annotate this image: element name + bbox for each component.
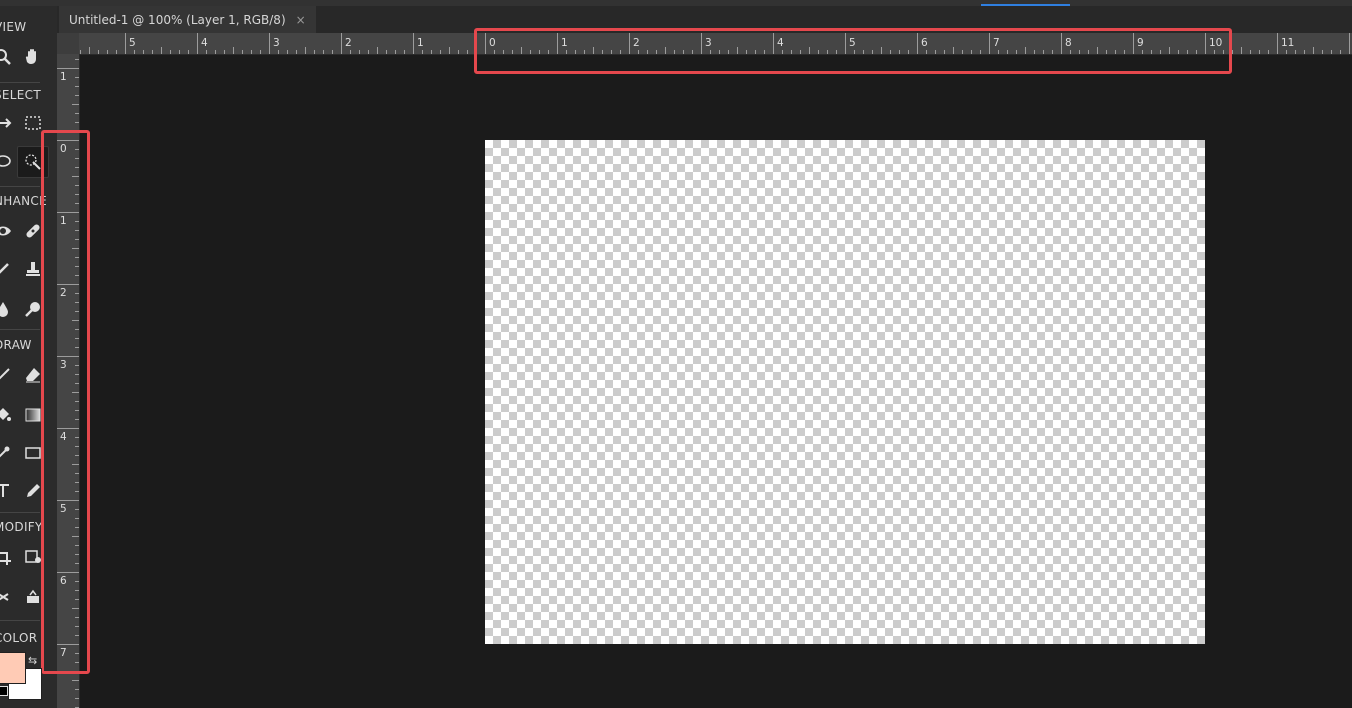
brush-tool[interactable] <box>0 362 16 388</box>
ruler-v-label: 1 <box>60 71 67 83</box>
divider <box>0 186 40 187</box>
ruler-origin[interactable] <box>57 33 79 54</box>
gradient-icon <box>25 408 41 422</box>
document-tab-title: Untitled-1 @ 100% (Layer 1, RGB/8) <box>69 12 286 27</box>
lasso-icon <box>0 155 11 167</box>
recompose-icon <box>25 550 41 563</box>
color-picker-tool[interactable] <box>0 440 16 466</box>
hand-icon <box>25 49 36 64</box>
paint-bucket-icon <box>0 408 11 421</box>
color-picker-icon <box>0 446 10 458</box>
content-aware-move-icon <box>27 589 39 603</box>
highlight-vertical-ruler <box>41 130 90 674</box>
divider <box>0 329 40 330</box>
highlight-horizontal-ruler <box>474 28 1232 74</box>
shape-icon <box>25 447 41 459</box>
smart-brush-tool[interactable] <box>0 256 16 282</box>
quick-selection-icon <box>25 154 41 170</box>
transparent-document-canvas[interactable] <box>485 140 1205 644</box>
straighten-icon <box>0 593 9 601</box>
crop-tool[interactable] <box>0 544 16 570</box>
default-colors-icon[interactable] <box>0 686 8 696</box>
healing-brush-icon <box>26 224 40 238</box>
marquee-icon <box>25 116 41 130</box>
section-label-select: SELECT <box>0 88 41 102</box>
move-tool[interactable] <box>0 110 16 136</box>
paint-bucket-tool[interactable] <box>0 402 16 428</box>
section-label-draw: DRAW <box>0 338 32 352</box>
ruler-h-label: 5 <box>129 37 136 49</box>
zoom-icon <box>0 49 11 65</box>
divider <box>0 512 40 513</box>
section-label-view: VIEW <box>0 20 27 34</box>
crop-icon <box>0 549 11 565</box>
ruler-h-label: 1 <box>417 37 424 49</box>
swap-colors-icon[interactable]: ⇆ <box>28 654 37 667</box>
section-label-enhance: NHANCE <box>0 194 47 208</box>
ruler-h-label: 11 <box>1281 37 1295 49</box>
section-label-color: COLOR <box>0 631 38 645</box>
move-icon <box>0 118 12 128</box>
red-eye-icon <box>0 226 11 236</box>
pencil-icon <box>27 484 40 497</box>
brush-icon <box>0 368 10 380</box>
ruler-h-label: 3 <box>273 37 280 49</box>
type-icon <box>0 484 9 497</box>
blur-icon <box>0 302 8 317</box>
divider <box>0 620 40 621</box>
type-tool[interactable] <box>0 478 16 504</box>
document-tab[interactable]: Untitled-1 @ 100% (Layer 1, RGB/8) × <box>59 6 316 33</box>
red-eye-tool[interactable] <box>0 218 16 244</box>
sponge-icon <box>25 302 40 317</box>
ruler-h-label: 2 <box>345 37 352 49</box>
ruler-h-label: 4 <box>201 37 208 49</box>
hand-tool[interactable] <box>20 43 46 69</box>
blur-tool[interactable] <box>0 296 16 322</box>
clone-stamp-icon <box>26 262 40 276</box>
smart-brush-icon <box>0 263 9 274</box>
lasso-tool[interactable] <box>0 149 16 175</box>
zoom-tool[interactable] <box>0 44 16 70</box>
close-tab-icon[interactable]: × <box>296 13 306 27</box>
divider <box>0 82 40 83</box>
section-label-modify: MODIFY <box>0 520 43 534</box>
foreground-color-swatch[interactable] <box>0 652 26 684</box>
straighten-tool[interactable] <box>0 584 16 610</box>
eraser-icon <box>26 368 40 383</box>
